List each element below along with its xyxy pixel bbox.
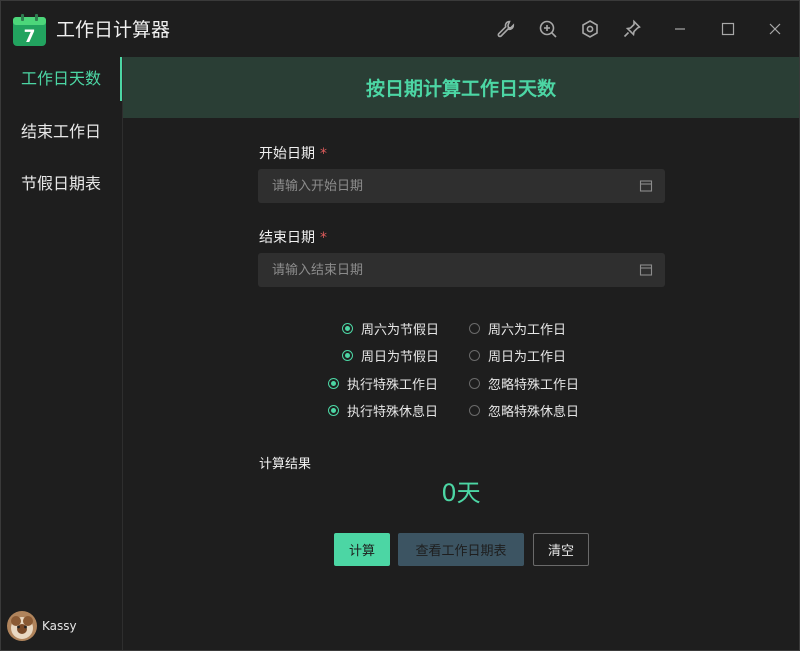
view-calendar-button[interactable]: 查看工作日期表 <box>398 533 524 566</box>
sidebar-item-end-workday[interactable]: 结束工作日 <box>1 110 122 154</box>
pin-icon <box>623 19 641 38</box>
app-window: 7 工作日计算器 工作日天数 结束工作日 节假日期表 Kassy 按日期计算工作… <box>0 0 800 651</box>
sidebar: 工作日天数 结束工作日 节假日期表 Kassy <box>1 57 123 650</box>
maximize-button[interactable] <box>714 15 742 43</box>
minimize-button[interactable] <box>666 15 694 43</box>
radio-dot <box>469 350 480 361</box>
settings-icon <box>582 20 598 38</box>
main-panel: 按日期计算工作日天数 开始日期* 结束日期* 周六为节假日 <box>123 57 799 650</box>
maximize-icon <box>721 22 735 36</box>
close-button[interactable] <box>761 15 789 43</box>
svg-text:7: 7 <box>24 27 36 46</box>
calendar-app-icon: 7 <box>13 14 46 46</box>
clear-button[interactable]: 清空 <box>533 533 589 566</box>
calculate-button[interactable]: 计算 <box>334 533 390 566</box>
apply-special-holiday-radio[interactable]: 执行特殊休息日 <box>328 401 438 420</box>
result-value: 0天 <box>441 479 481 507</box>
user-profile[interactable]: Kassy <box>7 611 77 641</box>
sunday-workday-radio[interactable]: 周日为工作日 <box>469 346 566 365</box>
radio-dot <box>328 405 339 416</box>
calendar-icon <box>639 264 653 276</box>
start-date-picker[interactable] <box>258 169 665 203</box>
saturday-workday-radio[interactable]: 周六为工作日 <box>469 319 566 338</box>
sidebar-item-workday-count[interactable]: 工作日天数 <box>1 57 122 101</box>
radio-dot <box>328 378 339 389</box>
end-date-input[interactable] <box>270 261 639 279</box>
end-date-label: 结束日期 * <box>259 230 327 246</box>
radio-dot <box>469 378 480 389</box>
app-title: 工作日计算器 <box>56 19 171 41</box>
apply-special-workday-radio[interactable]: 执行特殊工作日 <box>328 374 438 393</box>
title-bar: 7 工作日计算器 <box>1 1 799 57</box>
pin-button[interactable] <box>618 15 646 43</box>
page-title: 按日期计算工作日天数 <box>365 78 556 100</box>
start-date-label: 开始日期 * <box>259 146 327 162</box>
ignore-special-holiday-radio[interactable]: 忽略特殊休息日 <box>469 401 579 420</box>
result-label: 计算结果 <box>259 457 312 472</box>
settings-button[interactable] <box>576 15 604 43</box>
radio-dot <box>342 323 353 334</box>
avatar <box>7 611 37 641</box>
close-icon <box>769 23 781 35</box>
radio-dot <box>342 350 353 361</box>
zoom-in-button[interactable] <box>534 15 562 43</box>
zoom-in-icon <box>539 20 557 38</box>
wrench-button[interactable] <box>492 15 520 43</box>
required-mark: * <box>320 146 327 162</box>
minimize-icon <box>675 28 685 30</box>
required-mark: * <box>320 230 327 246</box>
saturday-holiday-radio[interactable]: 周六为节假日 <box>342 319 439 338</box>
start-date-input[interactable] <box>270 177 639 195</box>
user-name: Kassy <box>42 619 77 633</box>
wrench-icon <box>497 20 515 38</box>
sunday-holiday-radio[interactable]: 周日为节假日 <box>342 346 439 365</box>
radio-dot <box>469 323 480 334</box>
page-header: 按日期计算工作日天数 <box>123 57 799 118</box>
sidebar-item-holiday-calendar[interactable]: 节假日期表 <box>1 162 122 206</box>
ignore-special-workday-radio[interactable]: 忽略特殊工作日 <box>469 374 579 393</box>
end-date-picker[interactable] <box>258 253 665 287</box>
radio-dot <box>469 405 480 416</box>
calendar-icon <box>639 180 653 192</box>
